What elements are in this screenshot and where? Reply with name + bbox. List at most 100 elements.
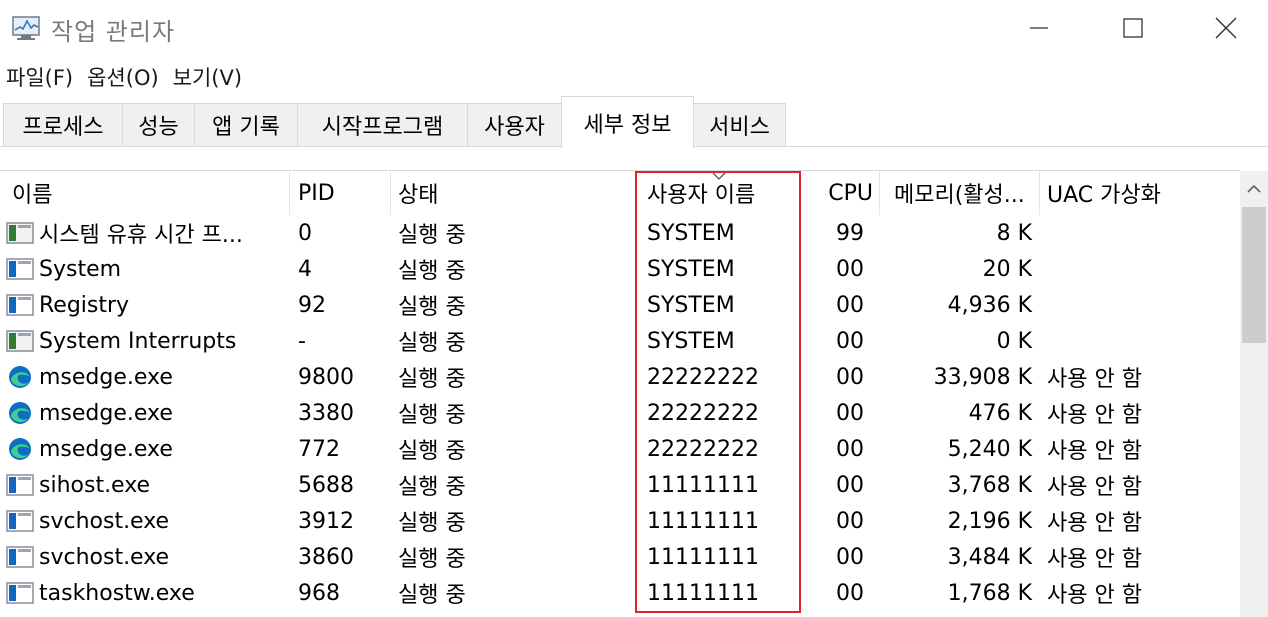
tab-users[interactable]: 사용자 <box>467 103 562 146</box>
cell-status: 실행 중 <box>398 367 466 392</box>
edge-icon <box>9 438 31 460</box>
column-header-user[interactable]: 사용자 이름 <box>637 171 799 215</box>
cell-memory: 3,484 K <box>947 544 1032 570</box>
scroll-up-button[interactable] <box>1240 171 1268 207</box>
edge-icon <box>9 366 31 388</box>
table-row[interactable]: System Interrupts - 실행 중 SYSTEM 00 0 K <box>0 323 1240 359</box>
column-header-uac[interactable]: UAC 가상화 <box>1040 171 1240 215</box>
edge-icon <box>9 402 31 424</box>
cell-name: svchost.exe <box>39 544 170 570</box>
minimize-button[interactable] <box>993 0 1085 56</box>
tab-services[interactable]: 서비스 <box>693 103 786 146</box>
table-row[interactable]: svchost.exe 3860 실행 중 11111111 00 3,484 K 사용 안… <box>0 539 1240 575</box>
tab-processes[interactable]: 프로세스 <box>3 103 123 146</box>
cell-status: 실행 중 <box>398 547 466 572</box>
cell-status: 실행 중 <box>398 403 466 428</box>
cell-cpu: 00 <box>836 364 864 390</box>
table-row[interactable]: System 4 실행 중 SYSTEM 00 20 K <box>0 251 1240 287</box>
cell-uac: 사용 안 함 <box>1047 439 1142 464</box>
cell-user: 11111111 <box>647 544 759 570</box>
cell-pid: 772 <box>298 436 340 462</box>
table-row[interactable]: Registry 92 실행 중 SYSTEM 00 4,936 K <box>0 287 1240 323</box>
table-row[interactable]: sihost.exe 5688 실행 중 11111111 00 3,768 K 사용 안 … <box>0 467 1240 503</box>
cell-status: 실행 중 <box>398 439 466 464</box>
tab-bar: 프로세스 성능 앱 기록 시작프로그램 사용자 세부 정보 서비스 <box>0 96 1268 148</box>
window-title: 작업 관리자 <box>51 18 176 46</box>
close-icon <box>1215 17 1237 39</box>
cell-status: 실행 중 <box>398 475 466 500</box>
column-header-status[interactable]: 상태 <box>391 171 637 215</box>
cell-cpu: 00 <box>836 436 864 462</box>
maximize-icon <box>1123 18 1143 38</box>
cell-memory: 4,936 K <box>947 292 1032 318</box>
close-button[interactable] <box>1180 0 1268 56</box>
cell-cpu: 00 <box>836 472 864 498</box>
cell-pid <box>290 611 391 617</box>
cell-cpu: 00 <box>836 400 864 426</box>
tab-details[interactable]: 세부 정보 <box>561 96 694 148</box>
table-row[interactable]: svchost.exe 3912 실행 중 11111111 00 2,196 K 사용 안… <box>0 503 1240 539</box>
window-app-icon <box>6 474 34 496</box>
cell-name: msedge.exe <box>39 364 173 390</box>
cell-status: 실행 중 <box>398 511 466 536</box>
window-app-icon <box>6 294 34 316</box>
vertical-scrollbar[interactable] <box>1240 171 1268 617</box>
cell-uac <box>1040 323 1240 359</box>
cell-user: 22222222 <box>647 400 759 426</box>
cell-pid: 3380 <box>298 400 354 426</box>
maximize-button[interactable] <box>1087 0 1179 56</box>
cell-name: msedge.exe <box>39 436 173 462</box>
process-table: 이름 PID 상태 사용자 이름 CPU 메모리(활성... UAC 가상화 시… <box>0 147 1240 617</box>
task-manager-icon <box>12 16 40 40</box>
cell-uac: 사용 안 함 <box>1047 583 1142 608</box>
cell-status: 실행 중 <box>398 331 466 356</box>
cell-pid: - <box>298 328 306 354</box>
menu-view[interactable]: 보기(V) <box>166 62 249 92</box>
cell-memory: 1,768 K <box>947 580 1032 606</box>
table-row[interactable]: msedge.exe 3380 실행 중 22222222 00 476 K 사용 안 함 <box>0 395 1240 431</box>
cell-uac: 사용 안 함 <box>1040 611 1240 617</box>
column-header-memory[interactable]: 메모리(활성... <box>880 171 1040 215</box>
table-row[interactable]: msedge.exe 9800 실행 중 22222222 00 33,908 K 사용 안… <box>0 359 1240 395</box>
cell-memory: 33,908 K <box>933 364 1032 390</box>
cell-user: 11111111 <box>647 580 759 606</box>
cell-cpu: 00 <box>836 544 864 570</box>
menu-options[interactable]: 옵션(O) <box>80 62 166 92</box>
tab-performance[interactable]: 성능 <box>122 103 195 146</box>
menu-file[interactable]: 파일(F) <box>0 62 80 92</box>
tab-startup[interactable]: 시작프로그램 <box>297 103 468 146</box>
cell-name: svchost.exe <box>39 508 170 534</box>
table-row[interactable]: taskhostw.exe 968 실행 중 11111111 00 1,768 K 사용 … <box>0 575 1240 611</box>
window-app-icon <box>6 258 34 280</box>
menu-bar: 파일(F) 옵션(O) 보기(V) <box>0 58 249 96</box>
cell-cpu: 00 <box>836 328 864 354</box>
chevron-up-icon <box>1247 184 1261 193</box>
scroll-thumb[interactable] <box>1242 207 1266 343</box>
window-app-icon <box>6 582 34 604</box>
cell-cpu: 00 <box>836 256 864 282</box>
cell-uac: 사용 안 함 <box>1047 367 1142 392</box>
cell-user: SYSTEM <box>647 220 735 246</box>
table-row[interactable]: 실행 중 사용 안 함 <box>0 611 1240 617</box>
cell-user <box>637 611 799 617</box>
cell-uac <box>1040 251 1240 287</box>
cell-cpu: 99 <box>836 220 864 246</box>
table-row[interactable]: 시스템 유휴 시간 프... 0 실행 중 SYSTEM 99 8 K <box>0 215 1240 251</box>
cell-cpu: 00 <box>836 292 864 318</box>
cell-status: 실행 중 <box>398 295 466 320</box>
cell-memory: 2,196 K <box>947 508 1032 534</box>
column-header-pid[interactable]: PID <box>290 171 391 215</box>
column-header-cpu[interactable]: CPU <box>800 171 880 215</box>
cell-pid: 3860 <box>298 544 354 570</box>
cell-name: System <box>39 256 122 282</box>
cell-memory: 5,240 K <box>947 436 1032 462</box>
cell-status: 실행 중 <box>398 259 466 284</box>
tab-app-history[interactable]: 앱 기록 <box>194 103 298 146</box>
cell-name: sihost.exe <box>39 472 151 498</box>
table-row[interactable]: msedge.exe 772 실행 중 22222222 00 5,240 K 사용 안 함 <box>0 431 1240 467</box>
cell-pid: 9800 <box>298 364 354 390</box>
cell-memory: 0 K <box>996 328 1032 354</box>
cell-uac: 사용 안 함 <box>1047 511 1142 536</box>
column-header-name[interactable]: 이름 <box>0 171 290 215</box>
cell-cpu: 00 <box>836 508 864 534</box>
